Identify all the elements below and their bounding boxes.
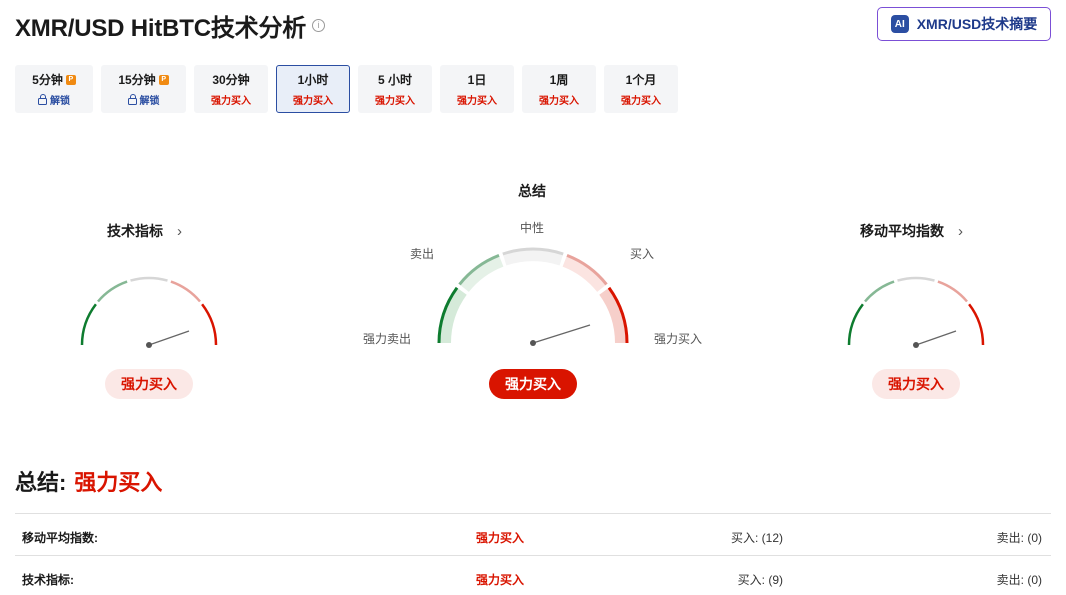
lock-icon (127, 93, 137, 105)
pro-icon: P (158, 74, 169, 85)
gauge-arc-strong-buy (968, 303, 985, 346)
gauge-arc-buy (170, 280, 201, 303)
gauge-band-sell (459, 255, 504, 292)
tab-signal: 强力买入 (211, 96, 251, 107)
moving-averages-result-badge: 强力买入 (872, 369, 960, 399)
ai-summary-button[interactable]: AI XMR/USD技术摘要 (877, 7, 1051, 41)
gauge-needle-hub (530, 340, 536, 346)
gauge-needle (532, 324, 591, 344)
tab-label: 1个月 (625, 73, 657, 87)
gauge-arc-sell (97, 280, 128, 303)
tab-signal: 强力买入 (457, 96, 497, 107)
gauge-label-strong-buy: 强力买入 (654, 332, 703, 346)
tab-1hour[interactable]: 1小时 强力买入 (276, 65, 350, 113)
ai-icon: AI (890, 15, 909, 33)
gauge-needle-hub (913, 342, 919, 348)
gauge-label-strong-sell: 强力卖出 (363, 332, 412, 346)
page-title-text: XMR/USD HitBTC技术分析 (15, 15, 307, 42)
gauge-arc-buy (937, 280, 968, 303)
indicators-gauge-title[interactable]: 技术指标 › (107, 221, 182, 241)
ai-summary-label: XMR/USD技术摘要 (916, 16, 1038, 32)
summary-result-badge: 强力买入 (489, 369, 577, 399)
summary-row-name: 技术指标: (22, 573, 74, 587)
summary-gauge (437, 247, 629, 346)
chevron-right-icon: › (177, 222, 182, 240)
gauge-arc-strong-sell (847, 303, 864, 346)
tab-label: 1日 (467, 73, 487, 87)
gauge-arc-strong-sell (80, 303, 97, 346)
gauge-needle-hub (146, 342, 152, 348)
gauge-arc-strong-buy (201, 303, 218, 346)
gauge-arc-neutral (130, 276, 168, 282)
tab-30min[interactable]: 30分钟 强力买入 (194, 65, 268, 113)
pro-icon: P (65, 74, 76, 85)
chevron-right-icon: › (958, 222, 963, 240)
info-icon[interactable]: i (312, 19, 326, 32)
gauge-band-buy (562, 255, 607, 292)
tab-label: 5分钟 (32, 73, 63, 87)
tab-label: 5 小时 (377, 73, 412, 87)
summary-row-buy-count: 买入: (12) (730, 531, 783, 545)
gauge-needle (148, 330, 190, 346)
gauge-needle (915, 330, 957, 346)
indicators-result-badge: 强力买入 (105, 369, 193, 399)
summary-row-buy-count: 买入: (9) (737, 573, 783, 587)
summary-row-value: 强力买入 (476, 531, 525, 545)
moving-averages-title-text: 移动平均指数 (860, 223, 944, 239)
summary-row-moving-averages: 移动平均指数: 强力买入 买入: (12) 卖出: (0) (15, 513, 1051, 555)
tab-signal: 强力买入 (375, 96, 415, 107)
indicators-gauge (80, 276, 218, 348)
moving-averages-gauge (847, 276, 985, 348)
tab-1day[interactable]: 1日 强力买入 (440, 65, 514, 113)
tab-label: 1周 (549, 73, 569, 87)
tab-signal: 强力买入 (539, 96, 579, 107)
summary-heading-value: 强力买入 (74, 470, 163, 495)
tab-5hour[interactable]: 5 小时 强力买入 (358, 65, 432, 113)
tab-1month[interactable]: 1个月 强力买入 (604, 65, 678, 113)
page-title: XMR/USD HitBTC技术分析 i (15, 8, 326, 43)
tab-label: 1小时 (297, 73, 329, 87)
summary-gauge-title: 总结 (518, 183, 546, 199)
tab-unlock-label: 解锁 (139, 96, 160, 107)
tab-1week[interactable]: 1周 强力买入 (522, 65, 596, 113)
tab-5min[interactable]: 5分钟 P 解锁 (15, 65, 93, 113)
summary-heading-label: 总结: (15, 470, 67, 495)
summary-row-sell-count: 卖出: (0) (996, 573, 1042, 587)
tab-label: 30分钟 (212, 73, 250, 87)
gauge-label-neutral: 中性 (520, 221, 545, 235)
summary-heading: 总结: 强力买入 (15, 465, 162, 497)
summary-row-indicators: 技术指标: 强力买入 买入: (9) 卖出: (0) (15, 555, 1051, 595)
timeframe-tabs: 5分钟 P 解锁 15分钟 P 解锁 30分钟 强力买入 1小时 强力买入 5 小时… (15, 65, 678, 113)
lock-icon (38, 93, 47, 105)
gauge-arc-neutral (897, 276, 935, 282)
summary-row-value: 强力买入 (476, 573, 525, 587)
indicators-title-text: 技术指标 (107, 223, 163, 239)
moving-averages-gauge-title[interactable]: 移动平均指数 › (860, 221, 963, 241)
tab-unlock-label: 解锁 (50, 96, 70, 107)
summary-row-sell-count: 卖出: (0) (996, 531, 1042, 545)
gauge-arc-sell (864, 280, 895, 303)
tab-signal: 强力买入 (621, 96, 661, 107)
summary-row-name: 移动平均指数: (22, 531, 98, 545)
tab-signal: 强力买入 (293, 96, 333, 107)
tab-label: 15分钟 (118, 73, 156, 87)
tab-15min[interactable]: 15分钟 P 解锁 (101, 65, 186, 113)
